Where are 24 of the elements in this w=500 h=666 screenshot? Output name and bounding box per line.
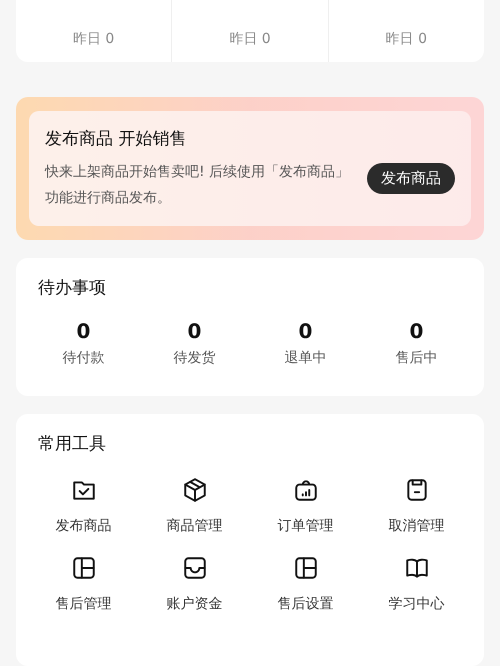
tool-item[interactable]: 发布商品 [28,477,139,535]
tool-item[interactable]: 学习中心 [361,555,472,613]
todo-item[interactable]: 0 售后中 [361,319,472,367]
banner-title: 发布商品 开始销售 [45,128,188,150]
tool-item[interactable]: 售后设置 [250,555,361,613]
tool-item[interactable]: 订单管理 [250,477,361,535]
todo-item[interactable]: 0 待付款 [28,319,139,367]
section-title: 待办事项 [38,277,107,299]
section-title: 常用工具 [38,433,107,455]
tool-item[interactable]: 账户资金 [139,555,250,613]
yesterday-count: 昨日 0 [229,30,271,48]
tool-item[interactable]: 商品管理 [139,477,250,535]
banner-description: 快来上架商品开始售卖吧! 后续使用「发布商品」功能进行商品发布。 [45,162,350,208]
tool-item[interactable]: 售后管理 [28,555,139,613]
yesterday-count: 昨日 0 [72,30,114,48]
todo-item[interactable]: 0 待发货 [139,319,250,367]
box-icon [182,477,208,503]
publish-button[interactable]: 发布商品 [367,163,455,194]
layout-icon [292,555,318,581]
layout-icon [70,555,96,581]
yesterday-count: 昨日 0 [386,30,427,48]
tool-item[interactable]: 取消管理 [361,477,472,535]
todo-item[interactable]: 0 退单中 [250,319,361,367]
tray-icon [182,555,208,581]
